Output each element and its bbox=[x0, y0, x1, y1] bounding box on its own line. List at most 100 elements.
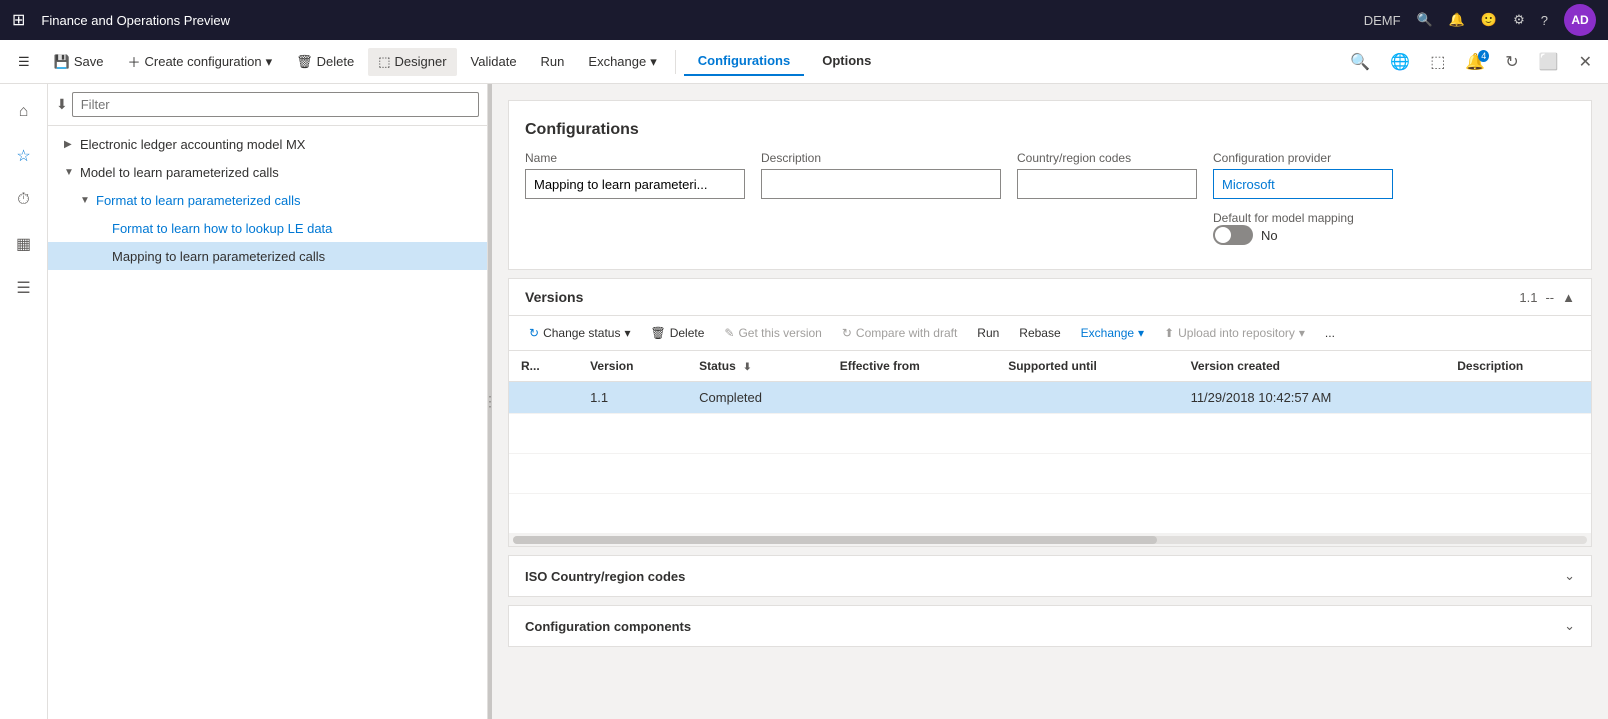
country-codes-input[interactable] bbox=[1017, 169, 1197, 199]
sidebar-favorites-icon[interactable]: ☆ bbox=[4, 136, 44, 176]
sidebar-recent-icon[interactable]: ⏱ bbox=[4, 180, 44, 220]
list-item[interactable]: ▼ Format to learn parameterized calls bbox=[48, 186, 487, 214]
create-icon: ＋ bbox=[127, 52, 140, 71]
config-components-section[interactable]: Configuration components ⌄ bbox=[508, 605, 1592, 647]
tree-resize-handle[interactable] bbox=[488, 84, 492, 719]
get-version-icon: ✎ bbox=[724, 326, 734, 340]
versions-delete-button[interactable]: 🗑 Delete bbox=[642, 322, 712, 344]
col-resume: R... bbox=[509, 351, 578, 382]
horizontal-scrollbar[interactable] bbox=[509, 534, 1591, 546]
filter-icon: ⬇ bbox=[56, 96, 68, 113]
create-config-button[interactable]: ＋ Create configuration ▾ bbox=[117, 46, 282, 77]
scrollbar-thumb[interactable] bbox=[513, 536, 1157, 544]
description-field: Description bbox=[761, 151, 1001, 199]
col-version: Version bbox=[578, 351, 687, 382]
refresh-icon[interactable]: ↻ bbox=[1497, 44, 1526, 80]
description-label: Description bbox=[761, 151, 1001, 165]
cell-description bbox=[1445, 382, 1591, 414]
sidebar-workspaces-icon[interactable]: ▦ bbox=[4, 224, 44, 264]
table-row[interactable]: 1.1 Completed 11/29/2018 10:42:57 AM bbox=[509, 382, 1591, 414]
name-label: Name bbox=[525, 151, 745, 165]
exchange-button[interactable]: Exchange ▾ bbox=[578, 48, 666, 76]
list-item[interactable]: ▶ Format to learn how to lookup LE data bbox=[48, 214, 487, 242]
status-filter-icon[interactable]: ⬇ bbox=[743, 362, 751, 373]
cell-version: 1.1 bbox=[578, 382, 687, 414]
emoji-icon[interactable]: 🙂 bbox=[1481, 12, 1497, 28]
versions-section: Versions 1.1 -- ▲ ↻ Change status ▾ 🗑 De… bbox=[508, 278, 1592, 547]
versions-collapse-button[interactable]: ▲ bbox=[1562, 290, 1575, 305]
compare-draft-button[interactable]: ↻ Compare with draft bbox=[834, 322, 965, 344]
badge-icon[interactable]: 🔔4 bbox=[1457, 44, 1493, 80]
panel-icon[interactable]: ⬚ bbox=[1422, 44, 1453, 80]
default-mapping-toggle[interactable] bbox=[1213, 225, 1253, 245]
exchange-version-button[interactable]: Exchange ▾ bbox=[1073, 322, 1152, 344]
change-status-chevron: ▾ bbox=[624, 326, 630, 340]
default-mapping-group: Default for model mapping No bbox=[1213, 211, 1393, 245]
versions-toolbar: ↻ Change status ▾ 🗑 Delete ✎ Get this ve… bbox=[509, 316, 1591, 351]
config-provider-field: Configuration provider Default for model… bbox=[1213, 151, 1393, 245]
configurations-title: Configurations bbox=[525, 113, 1575, 151]
exchange-chevron-icon: ▾ bbox=[1138, 326, 1144, 340]
components-chevron-icon: ⌄ bbox=[1564, 618, 1575, 634]
help-icon[interactable]: ? bbox=[1541, 13, 1548, 28]
table-row-empty-2 bbox=[509, 454, 1591, 494]
list-item[interactable]: ▶ Mapping to learn parameterized calls bbox=[48, 242, 487, 270]
cmd-search-icon[interactable]: 🔍 bbox=[1342, 44, 1378, 80]
app-title: Finance and Operations Preview bbox=[41, 13, 230, 28]
name-field: Name bbox=[525, 151, 745, 199]
description-input[interactable] bbox=[761, 169, 1001, 199]
upload-icon: ⬆ bbox=[1164, 326, 1174, 340]
avatar[interactable]: AD bbox=[1564, 4, 1596, 36]
col-version-created: Version created bbox=[1179, 351, 1446, 382]
grid-icon[interactable]: ⊞ bbox=[12, 10, 25, 30]
tab-configurations[interactable]: Configurations bbox=[684, 47, 804, 76]
tree-content: ▶ Electronic ledger accounting model MX … bbox=[48, 126, 487, 719]
delete-icon: 🗑 bbox=[296, 54, 313, 70]
delete-button[interactable]: 🗑 Delete bbox=[286, 48, 364, 76]
country-codes-field: Country/region codes bbox=[1017, 151, 1197, 199]
gear-icon[interactable]: ⚙ bbox=[1513, 12, 1525, 28]
version-separator: -- bbox=[1545, 290, 1554, 305]
create-chevron-icon: ▾ bbox=[266, 54, 273, 70]
run-button[interactable]: Run bbox=[531, 48, 575, 75]
table-row-empty-1 bbox=[509, 414, 1591, 454]
title-bar: ⊞ Finance and Operations Preview DEMF 🔍 … bbox=[0, 0, 1608, 40]
cell-version-created: 11/29/2018 10:42:57 AM bbox=[1179, 382, 1446, 414]
config-provider-input[interactable] bbox=[1213, 169, 1393, 199]
tree-filter-input[interactable] bbox=[72, 92, 479, 117]
sidebar-list-icon[interactable]: ☰ bbox=[4, 268, 44, 308]
close-icon[interactable]: ✕ bbox=[1571, 44, 1600, 80]
hamburger-button[interactable]: ☰ bbox=[8, 48, 40, 76]
upload-repo-button[interactable]: ⬆ Upload into repository ▾ bbox=[1156, 322, 1313, 344]
exchange-chevron-icon: ▾ bbox=[650, 54, 657, 70]
cell-status: Completed bbox=[687, 382, 828, 414]
iso-codes-section[interactable]: ISO Country/region codes ⌄ bbox=[508, 555, 1592, 597]
configurations-section: Configurations Name Description Country/… bbox=[508, 100, 1592, 270]
versions-delete-icon: 🗑 bbox=[650, 326, 665, 340]
toggle-value: No bbox=[1261, 228, 1278, 243]
designer-button[interactable]: ⬚ Designer bbox=[368, 48, 456, 76]
search-icon[interactable]: 🔍 bbox=[1417, 12, 1433, 28]
get-version-button[interactable]: ✎ Get this version bbox=[716, 322, 829, 344]
sidebar-home-icon[interactable]: ⌂ bbox=[4, 92, 44, 132]
tree-panel: ⬇ ▶ Electronic ledger accounting model M… bbox=[48, 84, 488, 719]
world-icon[interactable]: 🌐 bbox=[1382, 44, 1418, 80]
separator bbox=[675, 50, 676, 74]
save-button[interactable]: 💾 Save bbox=[44, 48, 114, 76]
designer-icon: ⬚ bbox=[378, 54, 390, 70]
run-version-button[interactable]: Run bbox=[969, 322, 1007, 344]
collapse-icon: ▼ bbox=[80, 195, 92, 206]
name-input[interactable] bbox=[525, 169, 745, 199]
bell-icon[interactable]: 🔔 bbox=[1449, 12, 1465, 28]
tab-options[interactable]: Options bbox=[808, 47, 885, 76]
user-code: DEMF bbox=[1364, 13, 1401, 28]
validate-button[interactable]: Validate bbox=[461, 48, 527, 75]
more-button[interactable]: ... bbox=[1317, 322, 1343, 344]
rebase-button[interactable]: Rebase bbox=[1011, 322, 1068, 344]
config-provider-label: Configuration provider bbox=[1213, 151, 1393, 165]
tree-filter-bar: ⬇ bbox=[48, 84, 487, 126]
list-item[interactable]: ▶ Electronic ledger accounting model MX bbox=[48, 130, 487, 158]
list-item[interactable]: ▼ Model to learn parameterized calls bbox=[48, 158, 487, 186]
change-status-button[interactable]: ↻ Change status ▾ bbox=[521, 322, 638, 344]
maximize-icon[interactable]: ⬜ bbox=[1531, 44, 1567, 80]
